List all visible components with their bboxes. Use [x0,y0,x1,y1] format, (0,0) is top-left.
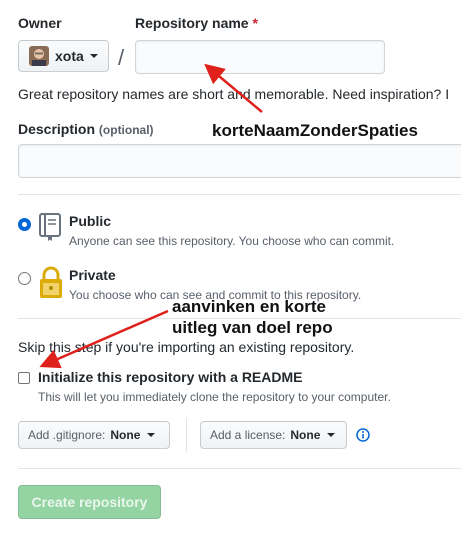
annotation-arrows [39,63,263,369]
annotation-readme-note-line2: uitleg van doel repo [172,318,333,337]
arrow-to-repo-name [204,63,263,113]
arrow-to-readme-checkbox [39,309,169,369]
annotation-repo-name-note: korteNaamZonderSpaties [212,121,418,140]
annotation-readme-note-line1: aanvinken en korte [172,297,327,316]
